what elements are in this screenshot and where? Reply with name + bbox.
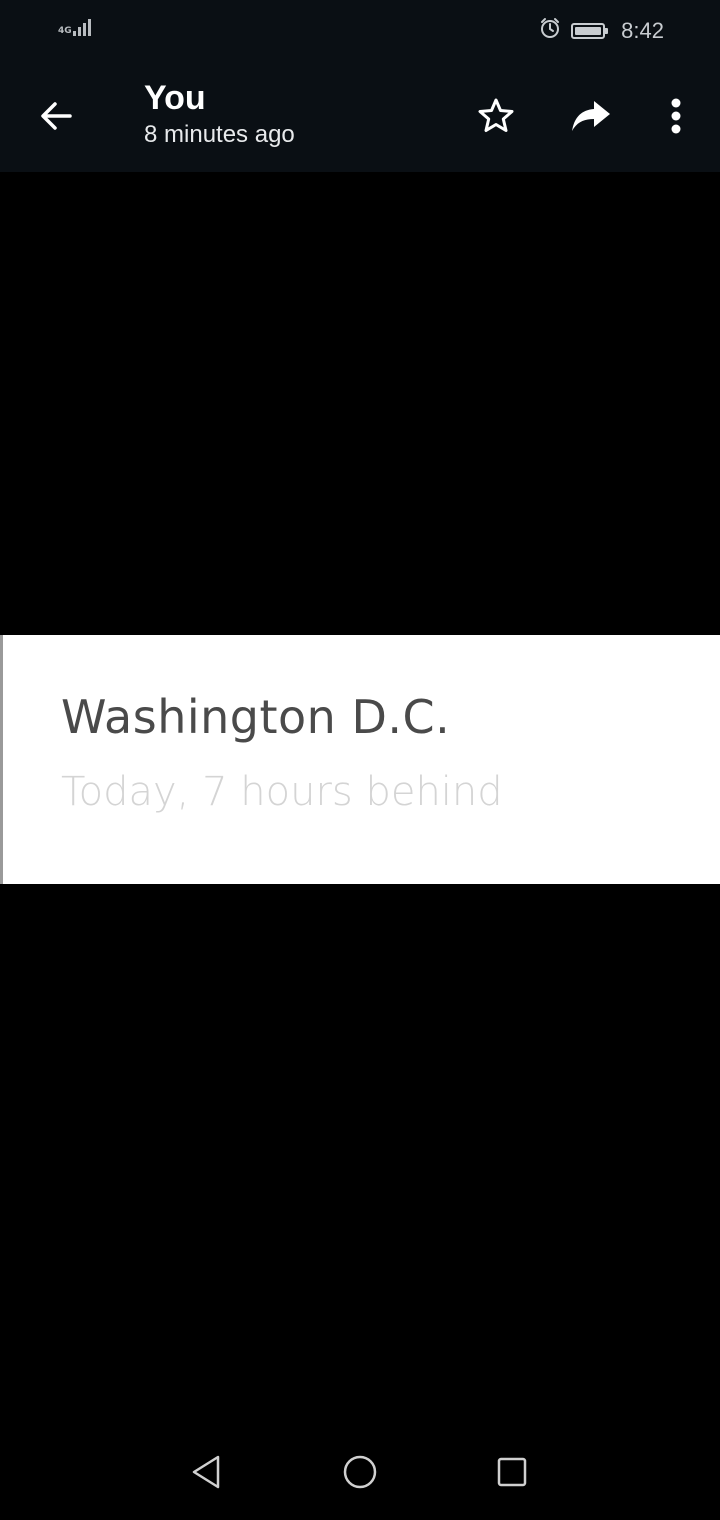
city-name: Washington D.C. (61, 690, 451, 744)
nav-back-button[interactable] (184, 1450, 228, 1494)
nav-home-icon (343, 1455, 377, 1489)
nav-back-icon (192, 1455, 220, 1489)
status-bar: 4G 8:42 (0, 0, 720, 62)
shared-image: Washington D.C. Today, 7 hours behind (0, 635, 720, 884)
title-block: You 8 minutes ago (144, 76, 295, 150)
forward-icon (572, 101, 610, 131)
more-vert-icon (671, 98, 681, 134)
nav-recents-button[interactable] (490, 1450, 534, 1494)
status-time: 8:42 (621, 17, 664, 43)
system-nav-bar (0, 1420, 720, 1520)
signal-indicator: 4G (58, 16, 93, 36)
nav-recents-icon (497, 1457, 527, 1487)
sender-name: You (144, 79, 206, 117)
forward-button[interactable] (561, 86, 621, 146)
alarm-icon (539, 17, 561, 44)
more-options-button[interactable] (646, 86, 706, 146)
nav-home-button[interactable] (338, 1450, 382, 1494)
star-button[interactable] (466, 86, 526, 146)
signal-icon (72, 16, 93, 36)
sent-time: 8 minutes ago (144, 121, 295, 148)
back-arrow-icon (41, 102, 72, 130)
status-right: 8:42 (539, 17, 664, 44)
network-type: 4G (58, 26, 72, 36)
time-difference: Today, 7 hours behind (61, 769, 503, 815)
battery-icon (571, 22, 609, 39)
media-viewer[interactable]: Washington D.C. Today, 7 hours behind (0, 172, 720, 1420)
star-icon (478, 98, 514, 132)
back-button[interactable] (26, 86, 86, 146)
app-bar: You 8 minutes ago (0, 62, 720, 172)
